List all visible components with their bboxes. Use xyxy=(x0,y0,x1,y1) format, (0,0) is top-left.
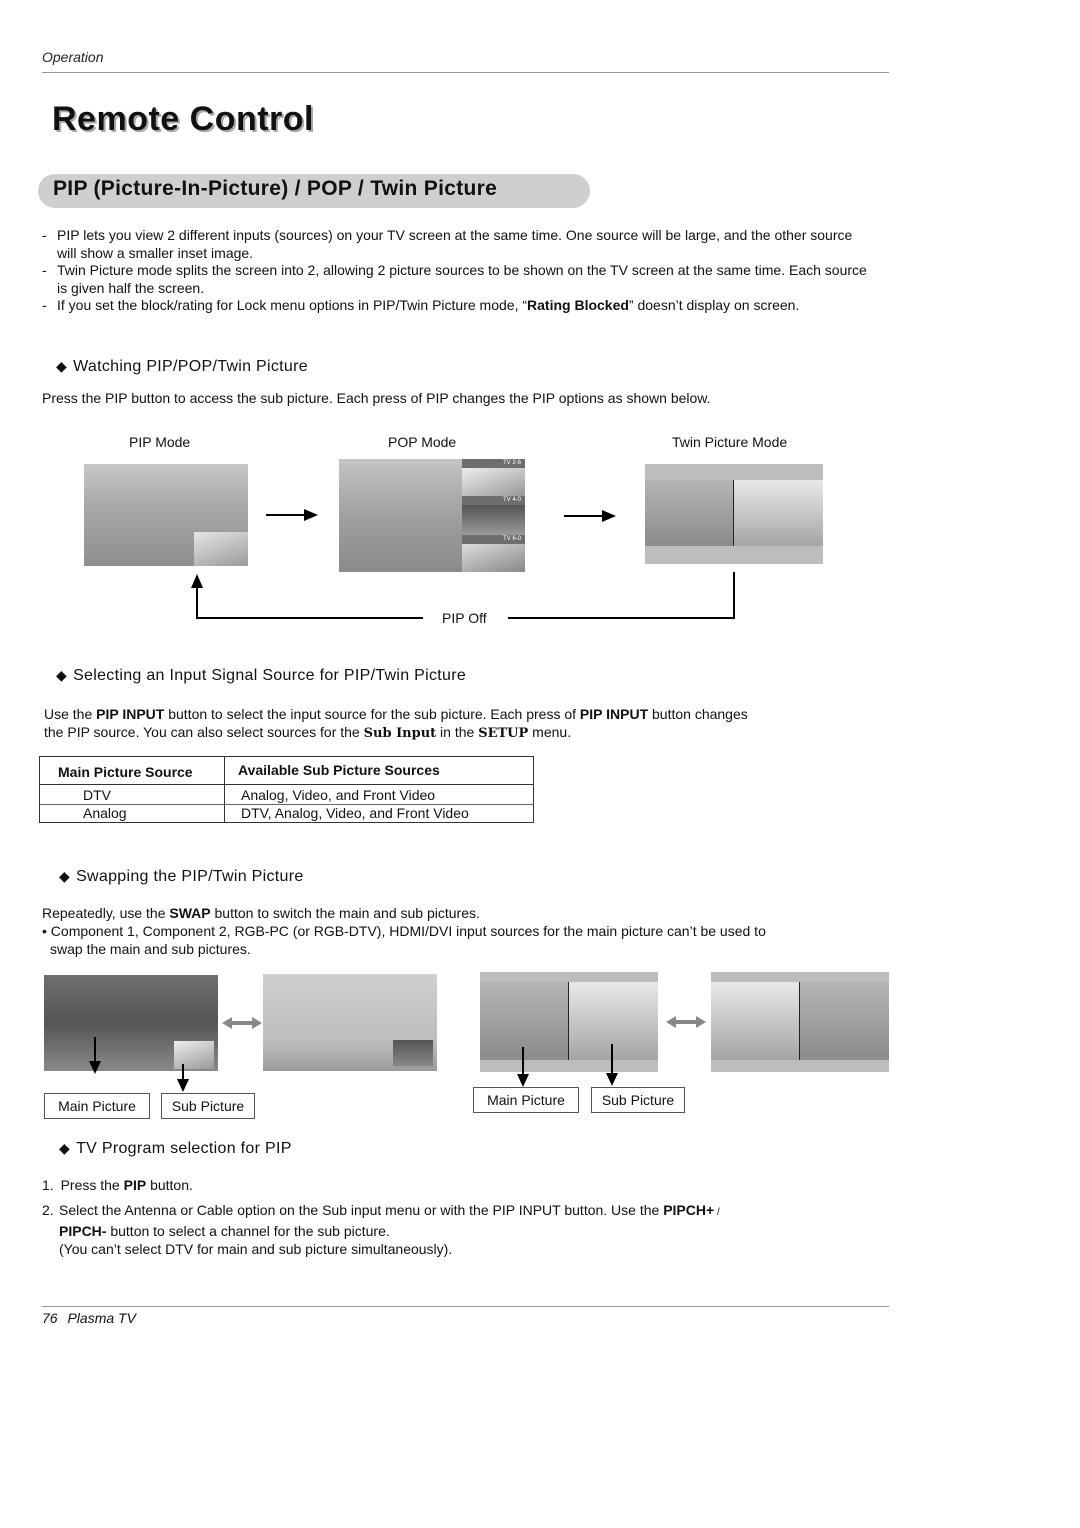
pop-channel-bar: TV 4-0 xyxy=(462,496,525,505)
intro-bullet: If you set the block/rating for Lock men… xyxy=(42,297,872,315)
source-table: Main Picture Source Available Sub Pictur… xyxy=(39,756,534,823)
loop-line-right xyxy=(733,572,735,619)
section-title: PIP (Picture-In-Picture) / POP / Twin Pi… xyxy=(53,177,498,200)
mode-label-pip: PIP Mode xyxy=(129,434,191,450)
table-cell-sub: DTV, Analog, Video, and Front Video xyxy=(241,805,469,821)
swapping-note: • Component 1, Component 2, RGB-PC (or R… xyxy=(42,923,766,939)
diamond-bullet-icon: ◆ xyxy=(59,1140,71,1156)
pop-channel-image xyxy=(462,544,525,572)
section-title-banner: PIP (Picture-In-Picture) / POP / Twin Pi… xyxy=(38,174,590,208)
arrow-down-icon xyxy=(89,1037,101,1074)
pip-inset-image xyxy=(393,1040,433,1066)
arrow-right-icon xyxy=(564,510,616,522)
swap-pip-after-image xyxy=(263,974,437,1071)
loop-line-bottom-right xyxy=(508,617,735,619)
arrow-down-icon xyxy=(517,1047,529,1087)
table-cell-main: DTV xyxy=(83,787,111,803)
subheading-swapping: ◆ Swapping the PIP/Twin Picture xyxy=(59,868,304,885)
step-2: 2. Select the Antenna or Cable option on… xyxy=(42,1202,720,1257)
intro-bullet: Twin Picture mode splits the screen into… xyxy=(42,262,872,297)
pipch-minus-term: PIPCH- xyxy=(59,1223,107,1239)
step-1: 1. Press the PIP button. xyxy=(42,1177,193,1193)
table-header-divider xyxy=(40,784,534,785)
pip-mode-image xyxy=(84,464,248,566)
page-title: Remote Control xyxy=(52,100,314,138)
pip-inset-image xyxy=(174,1041,214,1069)
loop-line-left xyxy=(196,586,198,618)
arrow-right-icon xyxy=(266,509,318,521)
subheading-selecting: ◆ Selecting an Input Signal Source for PI… xyxy=(56,667,467,684)
arrow-up-icon xyxy=(191,574,203,588)
subheading-watching: ◆ Watching PIP/POP/Twin Picture xyxy=(56,358,308,375)
swap-twin-before-image xyxy=(480,972,658,1072)
section-header-label: Operation xyxy=(42,49,104,65)
twin-right-image xyxy=(569,982,658,1060)
pop-channel-bar: TV 2-6 xyxy=(462,459,525,468)
pip-off-label: PIP Off xyxy=(442,610,487,626)
sub-input-menu-term: Sub Input xyxy=(363,726,437,741)
pop-channel-image xyxy=(462,468,525,496)
table-header-sub-sources: Available Sub Picture Sources xyxy=(238,762,440,778)
swap-twin-after-image xyxy=(711,972,889,1072)
footer-divider xyxy=(42,1306,889,1307)
table-cell-main: Analog xyxy=(83,805,127,821)
diamond-bullet-icon: ◆ xyxy=(59,868,71,884)
watching-body: Press the PIP button to access the sub p… xyxy=(42,390,711,406)
main-picture-label: Main Picture xyxy=(473,1087,579,1113)
diamond-bullet-icon: ◆ xyxy=(56,358,68,374)
arrow-down-icon xyxy=(177,1064,189,1092)
table-col-divider xyxy=(224,757,225,823)
selecting-body: Use the PIP INPUT button to select the i… xyxy=(44,706,748,741)
swap-pip-before-image xyxy=(44,975,218,1071)
pip-term: PIP xyxy=(123,1177,147,1193)
sub-picture-label: Sub Picture xyxy=(591,1087,685,1113)
twin-right-image xyxy=(800,982,889,1060)
pip-input-term: PIP INPUT xyxy=(96,706,165,722)
main-picture-label: Main Picture xyxy=(44,1093,150,1119)
page-number: 76 xyxy=(42,1310,58,1326)
table-header-main-source: Main Picture Source xyxy=(58,764,193,780)
twin-left-image xyxy=(711,982,799,1060)
footer: 76 Plasma TV xyxy=(42,1310,136,1326)
diamond-bullet-icon: ◆ xyxy=(56,667,68,683)
rating-blocked-term: Rating Blocked xyxy=(527,297,629,313)
mode-label-twin: Twin Picture Mode xyxy=(672,434,788,450)
intro-bullet-list: PIP lets you view 2 different inputs (so… xyxy=(42,227,872,315)
twin-left-image xyxy=(480,982,568,1060)
subheading-tv-program: ◆ TV Program selection for PIP xyxy=(59,1140,292,1157)
table-cell-sub: Analog, Video, and Front Video xyxy=(241,787,436,803)
header-divider xyxy=(42,72,889,73)
twin-right-image xyxy=(734,480,823,546)
sub-picture-label: Sub Picture xyxy=(161,1093,255,1119)
twin-left-image xyxy=(645,480,733,546)
loop-line-bottom-left xyxy=(196,617,423,619)
pop-side-panel: TV 2-6 TV 4-0 TV 6-0 xyxy=(462,459,525,572)
mode-label-pop: POP Mode xyxy=(388,434,457,450)
swapping-body: Repeatedly, use the SWAP button to switc… xyxy=(42,904,842,958)
pop-channel-bar: TV 6-0 xyxy=(462,535,525,544)
arrow-down-icon xyxy=(606,1044,618,1086)
intro-bullet: PIP lets you view 2 different inputs (so… xyxy=(42,227,872,262)
pip-inset-image xyxy=(194,532,248,566)
pop-channel-image xyxy=(462,505,525,535)
product-name: Plasma TV xyxy=(67,1310,136,1326)
pop-mode-image: TV 2-6 TV 4-0 TV 6-0 xyxy=(339,459,525,572)
twin-mode-image xyxy=(645,464,823,564)
setup-menu-term: SETUP xyxy=(478,726,529,741)
swap-arrow-icon xyxy=(222,1017,262,1029)
pip-input-term: PIP INPUT xyxy=(579,706,649,722)
swapping-note-cont: swap the main and sub pictures. xyxy=(50,941,251,957)
swap-arrow-icon xyxy=(666,1016,706,1028)
pipch-plus-term: PIPCH+ xyxy=(663,1202,715,1218)
swap-term: SWAP xyxy=(169,905,211,921)
